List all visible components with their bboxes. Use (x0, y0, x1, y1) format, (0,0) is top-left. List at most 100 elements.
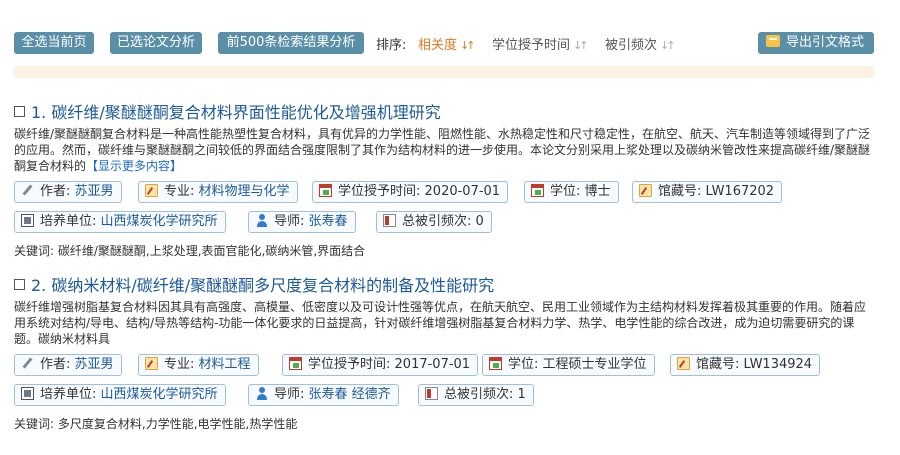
degree-label: 学位: (550, 184, 581, 199)
record-title-link[interactable]: 2. 碳纳米材料/碳纤维/聚醚醚酮多尺度复合材料的制备及性能研究 (31, 272, 494, 296)
sort-arrows-icon: ↓↑ (660, 39, 676, 52)
author-label: 作者: (40, 184, 71, 199)
institution-tag: 培养单位: 山西煤炭化学研究所 (14, 211, 226, 233)
sort-degree-time[interactable]: 学位授予时间 ↓↑ (492, 34, 589, 53)
degree-time-value: 2017-07-01 (394, 357, 471, 372)
record-abstract: 碳纤维增强树脂基复合材料因其具有高强度、高模量、低密度以及可设计性强等优点，在航… (14, 299, 874, 347)
collection-no-value: LW167202 (705, 184, 775, 199)
result-toolbar: 全选当前页 已选论文分析 前500条检索结果分析 排序: 相关度 ↓↑ 学位授予时… (14, 32, 874, 54)
institution-tag: 培养单位: 山西煤炭化学研究所 (14, 384, 226, 406)
edit-icon (677, 357, 690, 370)
sort-citations-label: 被引频次 (605, 38, 658, 53)
record-title-row: 2. 碳纳米材料/碳纤维/聚醚醚酮多尺度复合材料的制备及性能研究 (14, 273, 876, 295)
institution-label: 培养单位: (40, 214, 97, 229)
record-checkbox[interactable] (14, 105, 25, 117)
person-icon (255, 387, 268, 400)
book-icon (383, 214, 396, 227)
calendar-icon (319, 184, 332, 197)
keywords-label: 关键词: (14, 244, 55, 258)
degree-time-label: 学位授予时间: (308, 357, 391, 372)
analyze-top500-button[interactable]: 前500条检索结果分析 (218, 32, 364, 54)
degree-tag: 学位: 博士 (524, 181, 619, 203)
pen-icon (21, 357, 34, 370)
keywords-value: 多尺度复合材料,力学性能,电学性能,热学性能 (57, 417, 298, 431)
citations-value: 0 (475, 214, 484, 229)
record-abstract: 碳纤维/聚醚醚酮复合材料是一种高性能热塑性复合材料，具有优异的力学性能、阻燃性能… (14, 126, 874, 174)
degree-tag: 学位: 工程硕士专业学位 (482, 354, 655, 376)
author-tag: 作者: 苏亚男 (14, 354, 122, 376)
degree-time-value: 2020-07-01 (424, 184, 501, 199)
degree-label: 学位: (508, 357, 539, 372)
record-checkbox[interactable] (14, 278, 25, 290)
institution-link[interactable]: 山西煤炭化学研究所 (101, 387, 218, 402)
collection-no-tag: 馆藏号: LW134924 (670, 354, 821, 376)
edit-icon (639, 184, 652, 197)
collection-no-value: LW134924 (743, 357, 813, 372)
author-link[interactable]: 苏亚男 (75, 184, 114, 199)
record-meta-row: 作者: 苏亚男 专业: 材料物理与化学 学位授予时间: 2020-07-01 学… (14, 181, 876, 205)
advisor-label: 导师: (274, 214, 305, 229)
sort-label: 排序: (376, 38, 407, 53)
advisor-link[interactable]: 张寿春 经德齐 (309, 387, 391, 402)
record-title-row: 1. 碳纤维/聚醚醚酮复合材料界面性能优化及增强机理研究 (14, 100, 876, 122)
major-label: 专业: (164, 357, 195, 372)
calendar-icon (531, 184, 544, 197)
book-icon (425, 387, 438, 400)
collection-no-tag: 馆藏号: LW167202 (632, 181, 783, 203)
record-meta-row: 培养单位: 山西煤炭化学研究所 导师: 张寿春 经德齐 总被引频次: 1 (14, 384, 876, 408)
citations-tag: 总被引频次: 0 (376, 211, 492, 233)
record-title-link[interactable]: 1. 碳纤维/聚醚醚酮复合材料界面性能优化及增强机理研究 (31, 99, 441, 123)
select-current-page-button[interactable]: 全选当前页 (14, 32, 94, 54)
pen-icon (21, 184, 34, 197)
author-tag: 作者: 苏亚男 (14, 181, 122, 203)
record-meta-row: 培养单位: 山西煤炭化学研究所 导师: 张寿春 总被引频次: 0 (14, 211, 876, 235)
advisor-label: 导师: (274, 387, 305, 402)
sort-arrows-icon: ↓↑ (573, 39, 589, 52)
result-record: 1. 碳纤维/聚醚醚酮复合材料界面性能优化及增强机理研究 碳纤维/聚醚醚酮复合材… (14, 100, 876, 259)
record-keywords: 关键词: 碳纤维/聚醚醚酮,上浆处理,表面官能化,碳纳米管,界面结合 (14, 242, 876, 259)
sort-relevance[interactable]: 相关度 ↓↑ (418, 34, 476, 53)
collection-no-label: 馆藏号: (696, 357, 740, 372)
edit-icon (145, 184, 158, 197)
advisor-tag: 导师: 张寿春 经德齐 (248, 384, 399, 406)
citations-value: 1 (517, 387, 526, 402)
show-more-link[interactable]: 【显示更多内容】 (86, 159, 182, 173)
export-icon (765, 35, 780, 47)
sort-citations[interactable]: 被引频次 ↓↑ (605, 34, 676, 53)
major-tag: 专业: 材料工程 (138, 354, 259, 376)
major-label: 专业: (164, 184, 195, 199)
major-link[interactable]: 材料物理与化学 (199, 184, 290, 199)
author-link[interactable]: 苏亚男 (75, 357, 114, 372)
analyze-selected-button[interactable]: 已选论文分析 (110, 32, 202, 54)
sort-degree-time-label: 学位授予时间 (492, 38, 571, 53)
advisor-link[interactable]: 张寿春 (309, 214, 348, 229)
degree-time-label: 学位授予时间: (338, 184, 421, 199)
keywords-label: 关键词: (14, 417, 55, 431)
result-divider (14, 66, 874, 78)
person-icon (255, 214, 268, 227)
calendar-icon (489, 357, 502, 370)
keywords-value: 碳纤维/聚醚醚酮,上浆处理,表面官能化,碳纳米管,界面结合 (57, 244, 366, 258)
citations-tag: 总被引频次: 1 (418, 384, 534, 406)
degree-time-tag: 学位授予时间: 2020-07-01 (312, 181, 509, 203)
major-link[interactable]: 材料工程 (199, 357, 251, 372)
citations-label: 总被引频次: (402, 214, 472, 229)
institution-label: 培养单位: (40, 387, 97, 402)
degree-time-tag: 学位授予时间: 2017-07-01 (282, 354, 479, 376)
export-citation-label: 导出引文格式 (785, 35, 864, 50)
record-meta-row: 作者: 苏亚男 专业: 材料工程 学位授予时间: 2017-07-01 学位: … (14, 354, 876, 378)
advisor-tag: 导师: 张寿春 (248, 211, 356, 233)
major-tag: 专业: 材料物理与化学 (138, 181, 298, 203)
edit-icon (145, 357, 158, 370)
export-citation-button[interactable]: 导出引文格式 (757, 32, 874, 54)
board-icon (21, 387, 34, 400)
collection-no-label: 馆藏号: (658, 184, 702, 199)
record-keywords: 关键词: 多尺度复合材料,力学性能,电学性能,热学性能 (14, 415, 876, 432)
institution-link[interactable]: 山西煤炭化学研究所 (101, 214, 218, 229)
degree-value: 工程硕士专业学位 (542, 357, 647, 372)
sort-arrows-icon: ↓↑ (460, 39, 476, 52)
author-label: 作者: (40, 357, 71, 372)
result-record: 2. 碳纳米材料/碳纤维/聚醚醚酮多尺度复合材料的制备及性能研究 碳纤维增强树脂… (14, 273, 876, 432)
calendar-icon (289, 357, 302, 370)
board-icon (21, 214, 34, 227)
